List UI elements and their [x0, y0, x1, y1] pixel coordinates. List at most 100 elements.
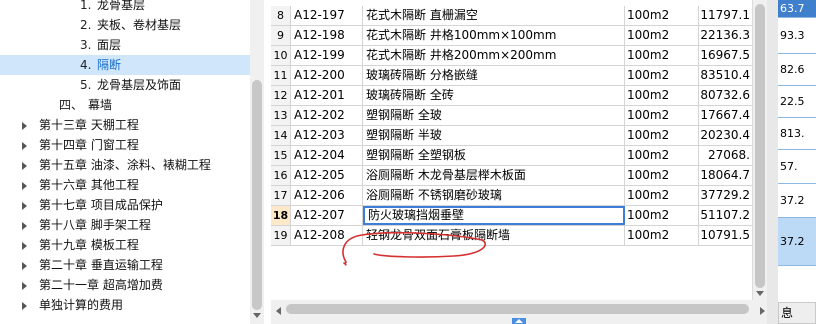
tree-item[interactable]: 第十三章 天棚工程: [0, 115, 250, 135]
tree-item[interactable]: 4. 隔断: [0, 55, 250, 75]
tree-item[interactable]: 第十八章 脚手架工程: [0, 215, 250, 235]
item-name-cell[interactable]: 塑钢隔断 全塑钢板: [363, 146, 625, 165]
pane-divider[interactable]: [767, 0, 778, 324]
table-row[interactable]: 15 A12-204 塑钢隔断 全塑钢板 100m2 27068.: [271, 146, 752, 166]
tree-item[interactable]: 单独计算的费用: [0, 295, 250, 315]
unit-cell: 100m2: [625, 86, 699, 105]
tree-item[interactable]: 第十九章 模板工程: [0, 235, 250, 255]
table-row[interactable]: 11 A12-200 玻璃砖隔断 分格嵌缝 100m2 83510.4: [271, 66, 752, 86]
quota-code-cell: A12-206: [291, 186, 363, 205]
item-name-cell[interactable]: 花式木隔断 直栅漏空: [363, 6, 625, 25]
unit-price-cell: 18064.7: [700, 168, 750, 182]
right-pane-value: 37.2: [778, 184, 816, 218]
row-number-cell: 18: [271, 206, 291, 225]
row-number-cell: 16: [271, 166, 291, 185]
tree-item-label: 第二十一章 超高增加费: [39, 278, 163, 292]
unit-price-cell: 37729.2: [700, 188, 750, 202]
tree-item-number: 1.: [80, 0, 92, 12]
expand-arrow-icon[interactable]: [22, 162, 27, 170]
quota-code-cell: A12-201: [291, 86, 363, 105]
tree-item-label: 单独计算的费用: [39, 298, 124, 312]
item-name-cell[interactable]: 塑钢隔断 全玻: [363, 106, 625, 125]
row-number-cell: 15: [271, 146, 291, 165]
tree-scroll-down-arrow-icon[interactable]: [253, 313, 261, 318]
tree-item[interactable]: 3. 面层: [0, 35, 250, 55]
tree-item-label: 第十三章 天棚工程: [39, 118, 139, 132]
item-name-cell[interactable]: 玻璃砖隔断 全砖: [363, 86, 625, 105]
expand-arrow-icon[interactable]: [22, 142, 27, 150]
item-name-cell[interactable]: 玻璃砖隔断 分格嵌缝: [363, 66, 625, 85]
table-row[interactable]: 18 A12-207 防火玻璃挡烟垂壁 100m2 51107.2: [271, 206, 752, 226]
grid-vertical-scrollbar-thumb[interactable]: [755, 4, 765, 288]
grid-horizontal-scrollbar-thumb[interactable]: [286, 304, 749, 314]
item-name-cell[interactable]: 花式木隔断 井格200mm×200mm: [363, 46, 625, 65]
table-row[interactable]: 10 A12-199 花式木隔断 井格200mm×200mm 100m2 16967.5: [271, 46, 752, 66]
info-tab[interactable]: 息: [778, 302, 816, 324]
quota-code-cell: A12-202: [291, 106, 363, 125]
tree-item-label: 第十八章 脚手架工程: [39, 218, 151, 232]
table-row[interactable]: 13 A12-202 塑钢隔断 全玻 100m2 17667.4: [271, 106, 752, 126]
table-row[interactable]: 12 A12-201 玻璃砖隔断 全砖 100m2 80732.6: [271, 86, 752, 106]
unit-cell: 100m2: [625, 6, 699, 25]
tree-item[interactable]: 第十四章 门窗工程: [0, 135, 250, 155]
unit-price-cell: 51107.2: [700, 208, 750, 222]
table-row[interactable]: 8 A12-197 花式木隔断 直栅漏空 100m2 11797.1: [271, 6, 752, 26]
item-name-cell[interactable]: 浴厕隔断 不锈钢磨砂玻璃: [363, 186, 625, 205]
unit-price-cell: 27068.: [708, 148, 750, 162]
tree-item-label: 面层: [97, 38, 122, 52]
expand-arrow-icon[interactable]: [22, 182, 27, 190]
quota-code-cell: A12-203: [291, 126, 363, 145]
expand-arrow-icon[interactable]: [22, 122, 27, 130]
annotation-scribble: [342, 232, 487, 266]
grid-scroll-right-arrow-icon[interactable]: [760, 307, 765, 315]
right-values-pane: 63.7 93.3 82.6 22.5 813. 57. 37.2 37.2: [778, 0, 816, 300]
unit-price-cell: 22136.3: [700, 28, 750, 42]
tree-item[interactable]: 第十五章 油漆、涂料、裱糊工程: [0, 155, 250, 175]
quota-code-cell: A12-197: [291, 6, 363, 25]
tree-item-number: 3.: [80, 38, 92, 52]
table-row[interactable]: 14 A12-203 塑钢隔断 半玻 100m2 20230.4: [271, 126, 752, 146]
tree-item-label: 龙骨基层及饰面: [97, 78, 182, 92]
expand-arrow-icon[interactable]: [22, 202, 27, 210]
tree-item[interactable]: 5. 龙骨基层及饰面: [0, 75, 250, 95]
tree-item[interactable]: 2. 夹板、卷材基层: [0, 15, 250, 35]
expand-arrow-icon[interactable]: [22, 222, 27, 230]
unit-cell: 100m2: [625, 106, 699, 125]
right-pane-value: 93.3: [778, 18, 816, 54]
item-name-cell[interactable]: 防火玻璃挡烟垂壁: [363, 206, 625, 225]
table-row[interactable]: 16 A12-205 浴厕隔断 木龙骨基层榉木板面 100m2 18064.7: [271, 166, 752, 186]
expand-arrow-icon[interactable]: [22, 262, 27, 270]
tree-item[interactable]: 1. 龙骨基层: [0, 0, 250, 15]
unit-cell: 100m2: [625, 26, 699, 45]
unit-price-cell: 17667.4: [700, 108, 750, 122]
unit-price-cell: 83510.4: [700, 68, 750, 82]
row-number-cell: 10: [271, 46, 291, 65]
tree-item[interactable]: 第十七章 项目成品保护: [0, 195, 250, 215]
item-name-cell[interactable]: 花式木隔断 井格100mm×100mm: [363, 26, 625, 45]
item-name-cell[interactable]: 塑钢隔断 半玻: [363, 126, 625, 145]
unit-price-cell: 10791.5: [700, 228, 750, 242]
unit-price-cell: 16967.5: [700, 48, 750, 62]
expand-arrow-icon[interactable]: [22, 282, 27, 290]
grid-scroll-down-arrow-icon[interactable]: [756, 291, 764, 296]
table-row[interactable]: 17 A12-206 浴厕隔断 不锈钢磨砂玻璃 100m2 37729.2: [271, 186, 752, 206]
right-pane-value: 37.2: [778, 218, 816, 266]
right-pane-value: 57.: [778, 150, 816, 184]
tree-item[interactable]: 第二十一章 超高增加费: [0, 275, 250, 295]
tree-scrollbar-thumb[interactable]: [252, 80, 262, 310]
unit-price-cell: 80732.6: [700, 88, 750, 102]
row-number-cell: 17: [271, 186, 291, 205]
item-name-cell[interactable]: 浴厕隔断 木龙骨基层榉木板面: [363, 166, 625, 185]
tree-item[interactable]: 第二十章 垂直运输工程: [0, 255, 250, 275]
quota-code-cell: A12-198: [291, 26, 363, 45]
grid-scroll-left-arrow-icon[interactable]: [276, 307, 281, 315]
tree-item-label: 第十七章 项目成品保护: [39, 198, 163, 212]
tree-item-label: 夹板、卷材基层: [97, 18, 182, 32]
row-number-cell: 13: [271, 106, 291, 125]
tree-item[interactable]: 四、 幕墙: [0, 95, 250, 115]
table-row[interactable]: 9 A12-198 花式木隔断 井格100mm×100mm 100m2 22136.3: [271, 26, 752, 46]
quota-code-cell: A12-205: [291, 166, 363, 185]
expand-arrow-icon[interactable]: [22, 242, 27, 250]
tree-item[interactable]: 第十六章 其他工程: [0, 175, 250, 195]
expand-arrow-icon[interactable]: [22, 302, 27, 310]
